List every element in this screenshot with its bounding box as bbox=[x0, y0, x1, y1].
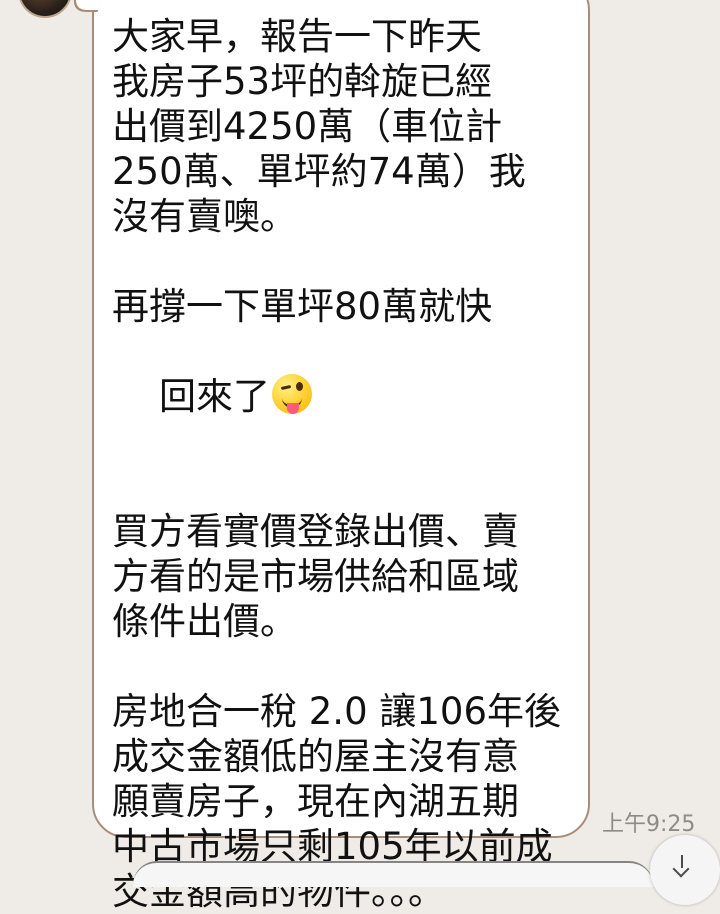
message-line: 願賣房子，現在內湖五期 bbox=[112, 780, 519, 823]
message-line: 出價到4250萬（車位計 bbox=[112, 105, 503, 148]
message-line: 大家早，報告一下昨天 bbox=[112, 15, 482, 58]
message-line: 成交金額低的屋主沒有意 bbox=[112, 735, 519, 778]
arrow-down-icon bbox=[681, 855, 683, 868]
winking-face-with-tongue-emoji bbox=[272, 374, 313, 414]
message-line: 我房子53坪的斡旋已經 bbox=[112, 60, 493, 103]
message-line-text: 回來了 bbox=[159, 375, 271, 418]
message-line: 方看的是市場供給和區域 bbox=[112, 555, 519, 598]
message-text: 大家早，報告一下昨天 我房子53坪的斡旋已經 出價到4250萬（車位計 250萬… bbox=[112, 14, 582, 914]
message-line: 條件出價。 bbox=[112, 600, 297, 643]
message-line: 房地合一稅 2.0 讓106年後 bbox=[112, 690, 561, 733]
input-bar-edge[interactable] bbox=[133, 861, 653, 887]
sender-avatar[interactable] bbox=[18, 0, 72, 18]
message-timestamp: 上午9:25 bbox=[602, 812, 696, 837]
message-line: 買方看實價登錄出價、賣 bbox=[112, 510, 519, 553]
message-line: 沒有賣噢。 bbox=[112, 195, 297, 238]
message-line: 250萬、單坪約74萬）我 bbox=[112, 150, 526, 193]
message-line-with-emoji: 回來了 bbox=[112, 329, 582, 464]
message-line: 再撐一下單坪80萬就快 bbox=[112, 285, 493, 328]
scroll-to-latest-button[interactable] bbox=[650, 835, 720, 905]
